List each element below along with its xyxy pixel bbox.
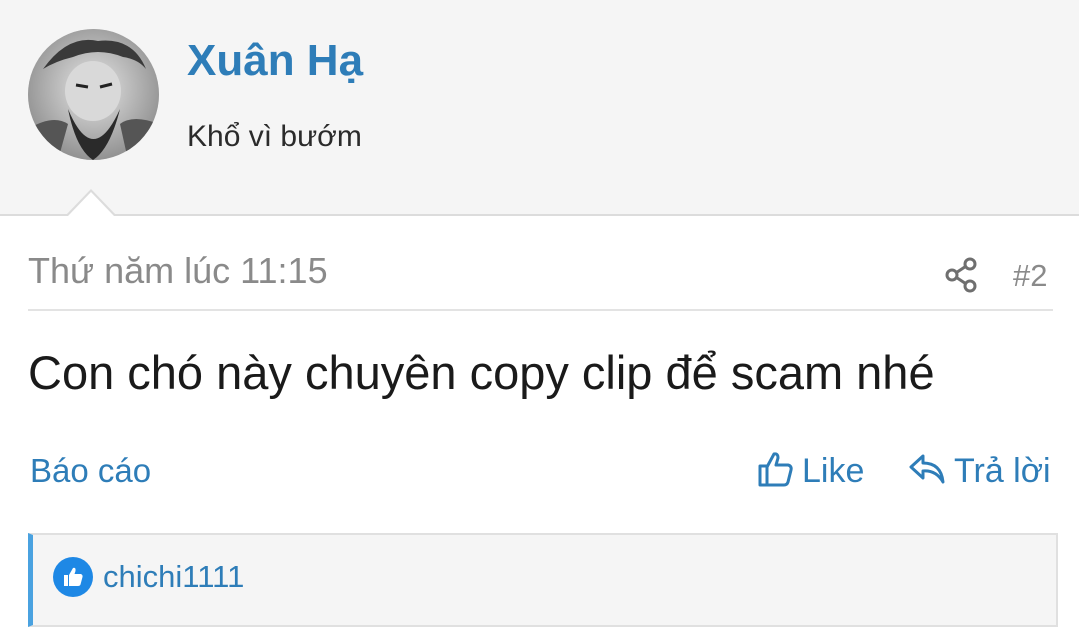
post-number-link[interactable]: #2 [1013, 258, 1047, 294]
like-badge-icon [53, 557, 93, 597]
username-link[interactable]: Xuân Hạ [187, 36, 363, 86]
likes-row: chichi1111 [53, 557, 244, 597]
liker-username[interactable]: chichi1111 [103, 559, 244, 595]
report-button[interactable]: Báo cáo [30, 452, 151, 490]
header-pointer-fill [68, 192, 114, 216]
share-icon[interactable] [944, 256, 980, 294]
likes-summary: chichi1111 [28, 533, 1058, 627]
post-author-header: Xuân Hạ Khổ vì bướm [0, 0, 1079, 216]
thumbs-up-icon [756, 450, 794, 493]
post-date[interactable]: Thứ năm lúc 11:15 [28, 250, 328, 292]
post-body: Con chó này chuyên copy clip để scam nhé [28, 346, 935, 399]
divider [28, 309, 1053, 311]
like-label: Like [802, 451, 865, 490]
avatar[interactable] [28, 29, 159, 160]
reply-button[interactable]: Trả lời [908, 450, 1051, 492]
reply-label: Trả lời [954, 451, 1051, 490]
user-title: Khổ vì bướm [187, 120, 362, 153]
reply-arrow-icon [908, 451, 946, 492]
like-button[interactable]: Like [756, 450, 864, 492]
